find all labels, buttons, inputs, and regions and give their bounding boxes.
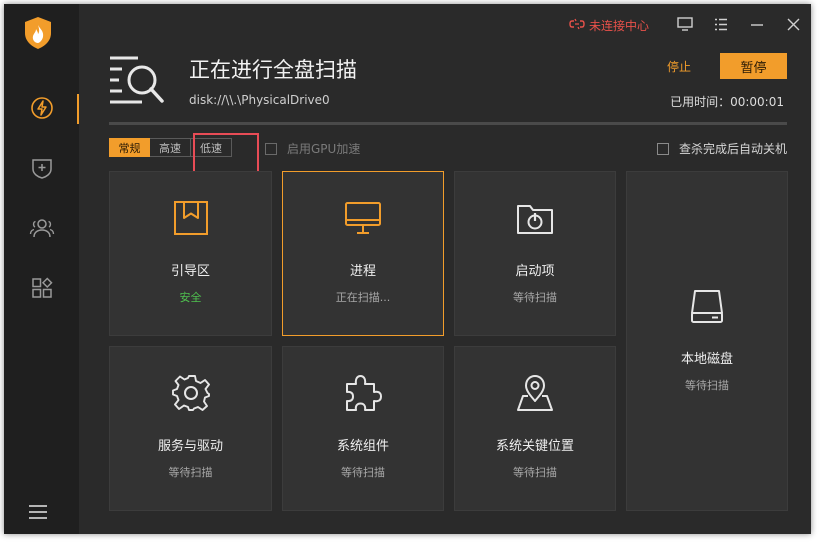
card-title: 进程: [349, 264, 376, 279]
minimize-icon: [750, 16, 764, 35]
card-title: 系统关键位置: [495, 439, 574, 454]
menu-list-button[interactable]: [703, 14, 739, 36]
card-status: 等待扫描: [513, 291, 557, 304]
card-key-locations[interactable]: 系统关键位置 等待扫描: [454, 346, 616, 511]
message-icon: [677, 16, 693, 35]
map-pin-icon: [516, 373, 554, 413]
list-icon: [714, 16, 728, 35]
gpu-acceleration-checkbox[interactable]: 启用GPU加速: [265, 140, 360, 157]
auto-shutdown-checkbox[interactable]: 查杀完成后自动关机: [656, 140, 787, 157]
connection-status-label: 未连接中心: [588, 18, 649, 33]
card-status: 等待扫描: [168, 466, 213, 479]
sidebar-item-users[interactable]: [4, 210, 79, 250]
lightning-icon: [30, 96, 54, 124]
speed-option-normal[interactable]: 常规: [109, 138, 150, 157]
apps-icon: [30, 276, 54, 304]
card-system-components[interactable]: 系统组件 等待扫描: [282, 346, 444, 511]
auto-shutdown-label: 查杀完成后自动关机: [678, 142, 787, 156]
bookmark-icon: [173, 198, 209, 238]
speed-option-fast[interactable]: 高速: [150, 138, 191, 157]
link-broken-icon: [569, 17, 589, 34]
card-title: 系统组件: [336, 439, 389, 454]
card-status: 等待扫描: [341, 466, 385, 479]
card-startup-items[interactable]: 启动项 等待扫描: [454, 171, 616, 336]
minimize-button[interactable]: [739, 14, 775, 36]
sidebar: [4, 4, 79, 534]
stop-button[interactable]: 停止: [654, 54, 704, 78]
sidebar-item-protection[interactable]: [4, 150, 79, 190]
scan-magnifier-icon: [108, 55, 166, 111]
scan-path: disk://\\.\PhysicalDrive0: [189, 93, 330, 107]
gpu-acceleration-label: 启用GPU加速: [287, 142, 361, 156]
card-title: 启动项: [515, 264, 555, 279]
disk-icon: [690, 286, 724, 326]
card-status: 等待扫描: [513, 466, 557, 479]
close-button[interactable]: [775, 14, 811, 36]
sidebar-item-apps[interactable]: [4, 270, 79, 310]
checkbox-box: [265, 142, 277, 155]
checkbox-box: [656, 142, 669, 155]
power-folder-icon: [516, 198, 554, 238]
scan-progress-bar: [109, 122, 787, 125]
card-title: 本地磁盘: [680, 352, 733, 367]
card-status: 等待扫描: [685, 379, 729, 392]
app-window: 未连接中心 正在进行全盘扫描 disk://\\.\PhysicalDrive0…: [4, 4, 811, 534]
connection-status-link[interactable]: 未连接中心: [569, 17, 649, 34]
elapsed-time: 已用时间：00:00:01: [670, 95, 784, 109]
card-local-disk[interactable]: 本地磁盘 等待扫描: [626, 171, 788, 511]
card-title: 服务与驱动: [157, 439, 223, 454]
card-status: 正在扫描...: [335, 291, 391, 304]
hamburger-icon: [28, 504, 48, 524]
feedback-button[interactable]: [667, 14, 703, 36]
app-logo-icon: [24, 16, 52, 50]
card-title: 引导区: [170, 264, 210, 279]
sidebar-item-scan[interactable]: [4, 90, 79, 130]
speed-selector: 常规 高速 低速: [109, 138, 232, 157]
users-icon: [29, 216, 55, 244]
speed-option-slow[interactable]: 低速: [191, 138, 232, 157]
menu-button[interactable]: [26, 504, 50, 524]
title-bar: 未连接中心: [569, 14, 811, 36]
card-services-drivers[interactable]: 服务与驱动 等待扫描: [109, 346, 272, 511]
puzzle-icon: [344, 373, 382, 413]
scan-title: 正在进行全盘扫描: [189, 58, 357, 82]
pause-button[interactable]: 暂停: [720, 53, 787, 79]
card-process[interactable]: 进程 正在扫描...: [282, 171, 444, 336]
close-icon: [787, 16, 800, 35]
shield-plus-icon: [30, 156, 54, 184]
gear-icon: [171, 373, 210, 413]
card-boot-sector[interactable]: 引导区 安全: [109, 171, 272, 336]
monitor-icon: [344, 198, 382, 238]
card-status: 安全: [179, 291, 202, 304]
